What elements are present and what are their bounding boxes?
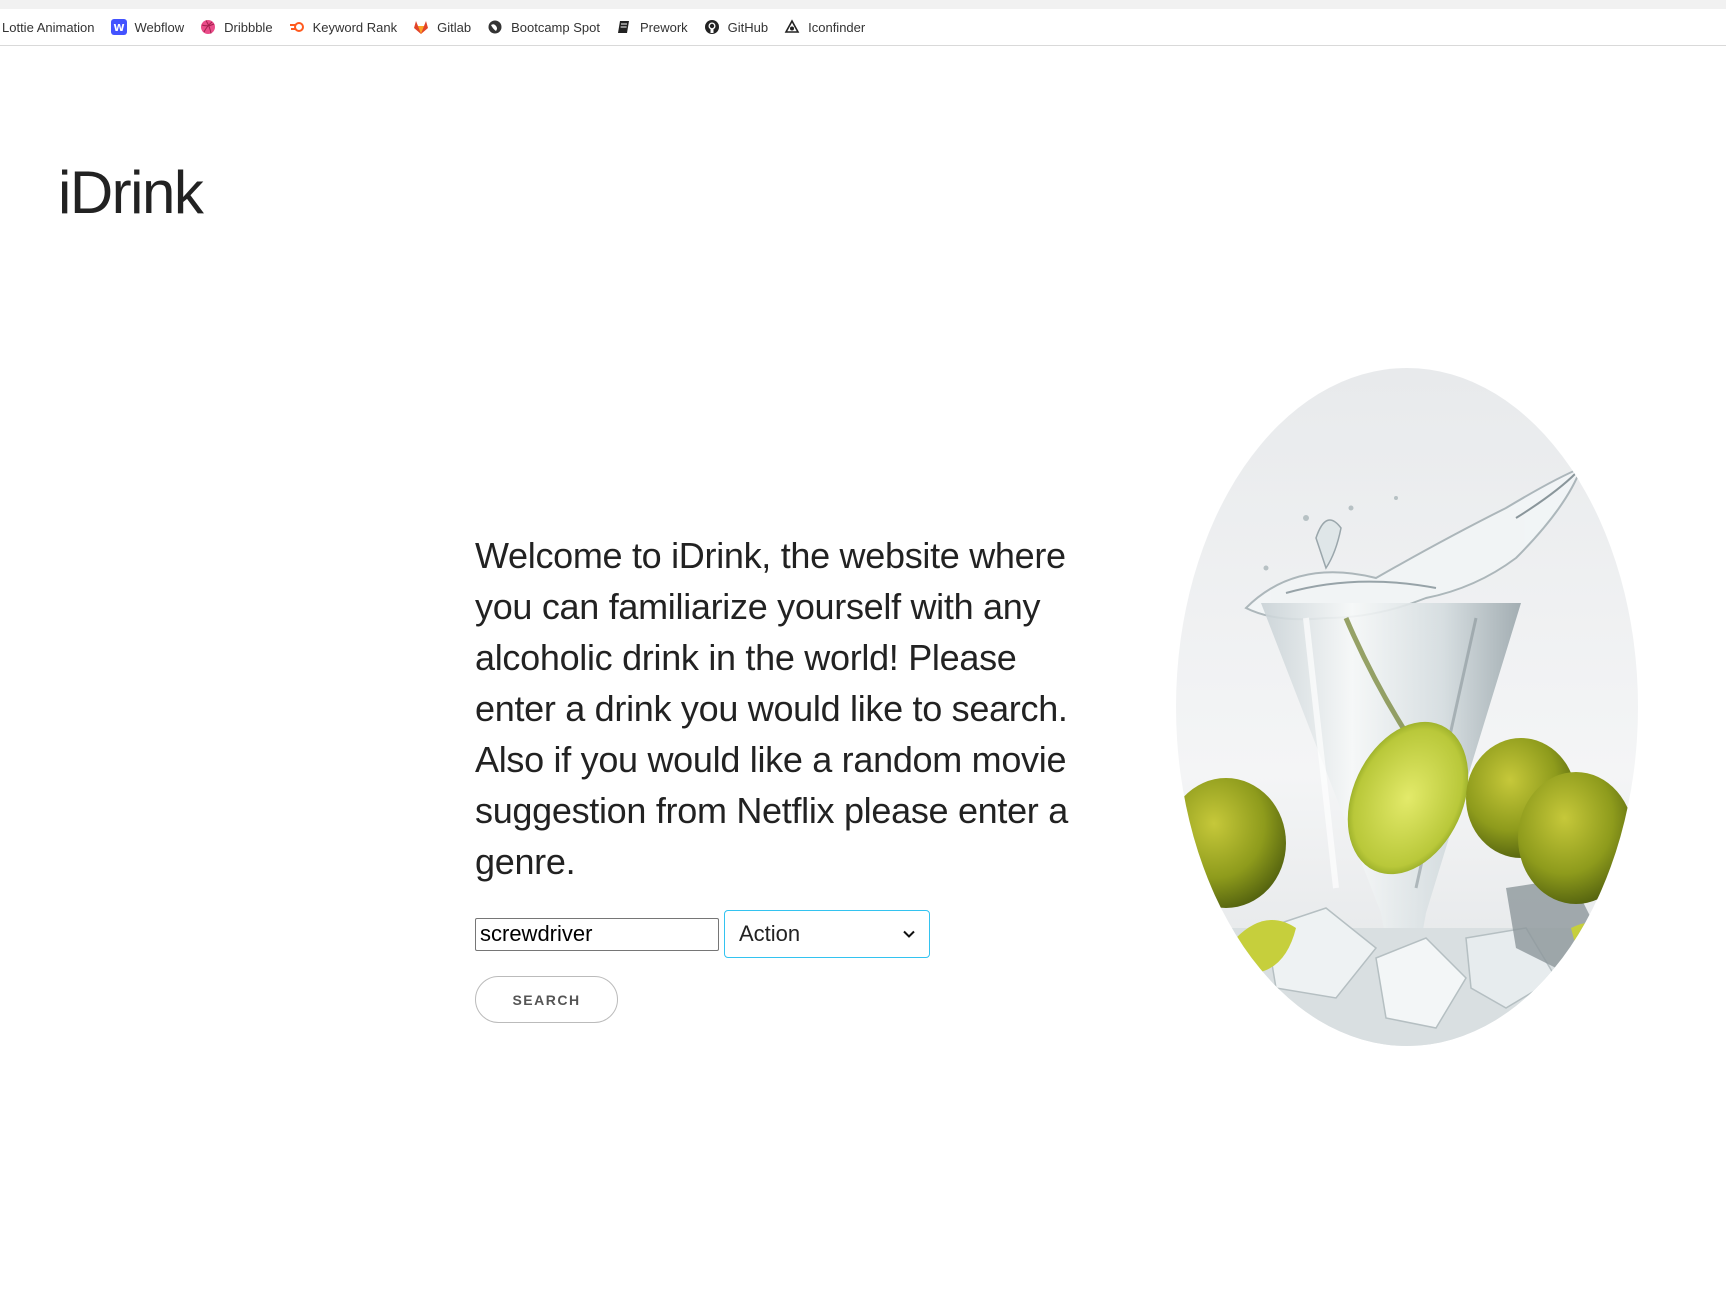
bookmark-lottie-animation[interactable]: Lottie Animation bbox=[2, 20, 95, 35]
bookmark-label: Iconfinder bbox=[808, 19, 866, 35]
genre-select-value: Action bbox=[739, 921, 801, 946]
gitlab-icon bbox=[413, 19, 429, 35]
dribbble-icon bbox=[200, 19, 216, 35]
keyword-rank-icon bbox=[289, 19, 305, 35]
site-title: iDrink bbox=[58, 159, 204, 226]
chevron-down-icon bbox=[903, 930, 915, 938]
bookmark-label: Bootcamp Spot bbox=[511, 19, 600, 35]
bookmark-dribbble[interactable]: Dribbble bbox=[200, 19, 273, 35]
iconfinder-icon bbox=[784, 19, 800, 35]
bookmark-label: Keyword Rank bbox=[312, 19, 398, 35]
hero-drink-image bbox=[1176, 368, 1638, 1046]
globe-icon bbox=[487, 19, 503, 35]
bookmark-webflow[interactable]: W Webflow bbox=[110, 19, 185, 35]
bookmark-prework[interactable]: Prework bbox=[616, 19, 688, 35]
search-form: Action bbox=[475, 910, 930, 958]
bookmark-gitlab[interactable]: Gitlab bbox=[413, 19, 471, 35]
bookmark-iconfinder[interactable]: Iconfinder bbox=[784, 19, 865, 35]
bookmark-label: Dribbble bbox=[224, 19, 273, 35]
svg-text:W: W bbox=[113, 23, 124, 34]
bookmark-keyword-rank[interactable]: Keyword Rank bbox=[289, 19, 398, 35]
bookmark-label: Webflow bbox=[134, 19, 185, 35]
webflow-icon: W bbox=[110, 19, 127, 35]
github-icon bbox=[704, 19, 720, 35]
bookmark-label: Lottie Animation bbox=[2, 19, 95, 35]
drink-search-input[interactable] bbox=[475, 917, 719, 951]
bookmarks-bar: Lottie Animation W Webflow Dribbble Keyw… bbox=[0, 9, 1726, 46]
bookmark-bootcamp-spot[interactable]: Bootcamp Spot bbox=[487, 19, 600, 35]
welcome-text: Welcome to iDrink, the website where you… bbox=[475, 535, 1068, 882]
bookmark-label: Prework bbox=[639, 19, 688, 35]
book-icon bbox=[616, 19, 632, 35]
bookmark-label: GitHub bbox=[727, 19, 769, 35]
bookmark-label: Gitlab bbox=[437, 19, 472, 35]
browser-top-strip bbox=[0, 0, 1726, 9]
genre-select[interactable]: Action bbox=[724, 910, 930, 958]
search-button[interactable]: SEARCH bbox=[475, 976, 618, 1023]
bookmark-github[interactable]: GitHub bbox=[704, 19, 768, 35]
